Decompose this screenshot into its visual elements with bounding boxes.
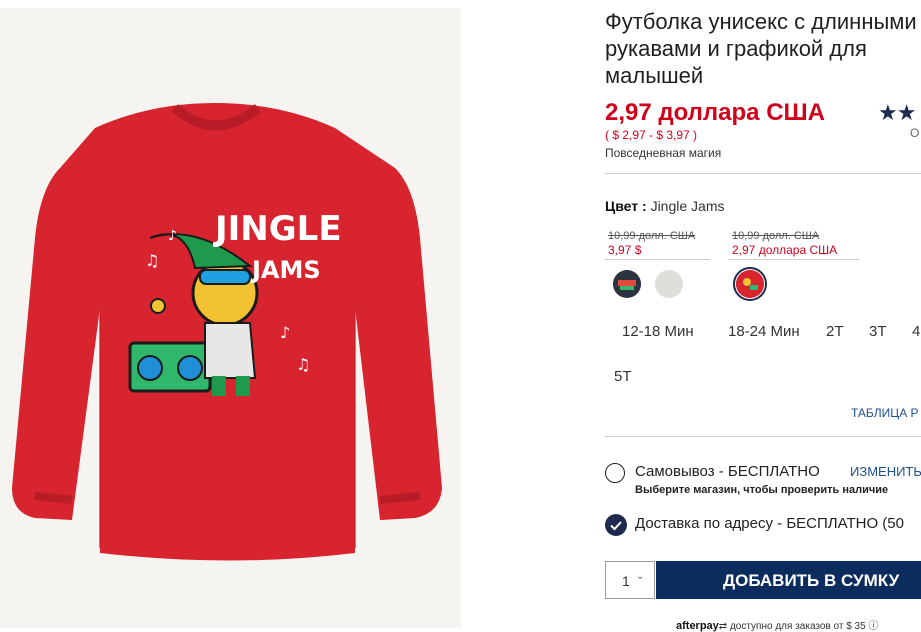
size-chart-link[interactable]: ТАБЛИЦА Р — [851, 406, 919, 420]
color-group-divider — [605, 259, 710, 260]
color-value: Jingle Jams — [650, 198, 725, 214]
size-option-2t[interactable]: 2T — [826, 323, 844, 340]
color-group-old-price: 10,99 долл. США — [608, 230, 696, 242]
size-option-3t[interactable]: 3T — [869, 323, 887, 340]
size-option-4[interactable]: 4 — [912, 323, 920, 340]
afterpay-logo: afterpay — [676, 620, 719, 632]
pickup-label[interactable]: Самовывоз - БЕСПЛАТНО — [635, 463, 820, 480]
svg-text:♫: ♫ — [145, 251, 159, 270]
quantity-select[interactable]: 1 ⌄ — [605, 561, 655, 599]
swatch-pattern-icon — [736, 270, 764, 298]
sale-price: 2,97 доллара США — [605, 99, 825, 126]
color-swatch-multicolor[interactable] — [613, 270, 641, 298]
change-store-link[interactable]: ИЗМЕНИТЬ — [850, 464, 921, 479]
rating-count[interactable]: О — [910, 126, 919, 140]
afterpay-arrows-icon: ⇄ — [718, 621, 730, 632]
delivery-label[interactable]: Доставка по адресу - БЕСПЛАТНО (50 — [635, 515, 904, 532]
delivery-radio[interactable] — [605, 514, 627, 536]
divider — [605, 436, 921, 437]
color-swatch-light-gray[interactable] — [655, 270, 683, 298]
svg-text:JAMS: JAMS — [250, 256, 321, 284]
color-swatch-jingle-jams[interactable] — [736, 270, 764, 298]
size-option-12-18m[interactable]: 12-18 Мин — [622, 323, 694, 340]
product-title: Футболка унисекс с длинными рукавами и г… — [605, 9, 917, 88]
divider — [605, 173, 921, 174]
add-to-bag-button[interactable]: ДОБАВИТЬ В СУМКУ — [656, 561, 921, 599]
svg-text:JINGLE: JINGLE — [213, 209, 342, 249]
svg-text:♪: ♪ — [280, 323, 290, 342]
size-option-18-24m[interactable]: 18-24 Мин — [728, 323, 800, 340]
swatch-pattern-icon — [613, 270, 641, 298]
pickup-note: Выберите магазин, чтобы проверить наличи… — [635, 484, 889, 496]
add-to-bag-label: ДОБАВИТЬ В СУМКУ — [723, 571, 900, 590]
color-row: Цвет : Jingle Jams — [605, 198, 724, 214]
afterpay-note[interactable]: afterpay⇄ доступно для заказов от $ 35 ⓘ — [676, 617, 878, 632]
color-group-sale-price: 2,97 доллара США — [732, 243, 838, 257]
color-group-old-price: 10,99 долл. США — [732, 230, 820, 242]
price-range: ( $ 2,97 - $ 3,97 ) — [605, 128, 698, 142]
promo-label: Повседневная магия — [605, 146, 722, 160]
chevron-down-icon: ⌄ — [636, 571, 645, 582]
pickup-radio[interactable] — [605, 463, 625, 483]
color-group-sale-price: 3,97 $ — [608, 243, 642, 257]
shirt-illustration: ♫ ♪ ♪ ♫ JINGLE JAMS — [12, 103, 442, 561]
svg-text:♫: ♫ — [296, 355, 310, 374]
color-label: Цвет : — [605, 198, 647, 214]
svg-text:♪: ♪ — [168, 228, 177, 244]
product-image[interactable]: ♫ ♪ ♪ ♫ JINGLE JAMS — [0, 8, 461, 628]
afterpay-text: доступно для заказов от $ 35 ⓘ — [729, 621, 879, 632]
size-option-5t[interactable]: 5T — [614, 368, 632, 385]
checkmark-icon — [610, 521, 622, 531]
quantity-value: 1 — [622, 573, 630, 589]
color-group-divider — [728, 259, 859, 260]
rating-stars-icon[interactable]: ★★ — [878, 100, 916, 126]
